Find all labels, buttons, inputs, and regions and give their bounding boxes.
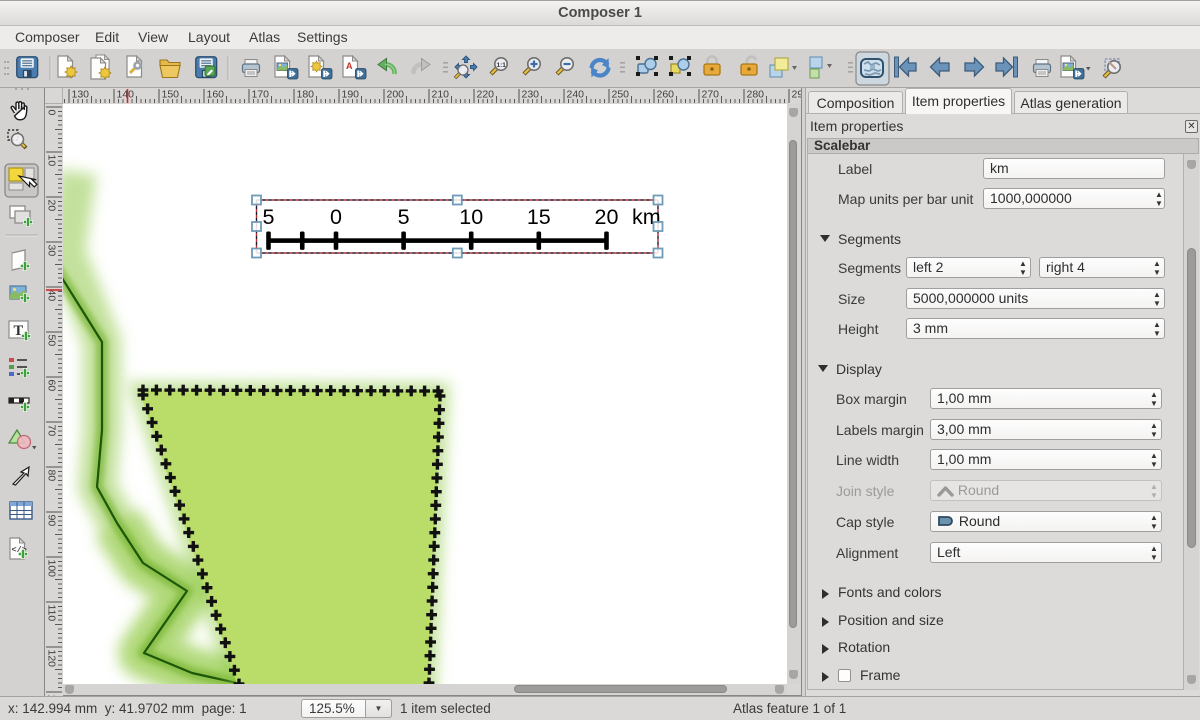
svg-text:5: 5 bbox=[398, 205, 410, 229]
svg-text:90: 90 bbox=[46, 515, 58, 527]
svg-text:270: 270 bbox=[702, 89, 720, 101]
svg-text:240: 240 bbox=[567, 89, 585, 101]
svg-text:140: 140 bbox=[117, 89, 135, 101]
svg-text:200: 200 bbox=[387, 89, 405, 101]
svg-text:110: 110 bbox=[46, 605, 58, 622]
svg-text:170: 170 bbox=[252, 89, 270, 101]
svg-text:70: 70 bbox=[46, 425, 58, 437]
svg-text:280: 280 bbox=[747, 89, 765, 101]
svg-text:50: 50 bbox=[46, 335, 58, 347]
svg-text:260: 260 bbox=[657, 89, 675, 101]
svg-text:290: 290 bbox=[792, 89, 802, 101]
svg-text:60: 60 bbox=[46, 380, 58, 392]
svg-text:30: 30 bbox=[46, 245, 58, 257]
svg-text:250: 250 bbox=[612, 89, 630, 101]
svg-text:130: 130 bbox=[72, 89, 90, 101]
svg-text:A: A bbox=[346, 61, 353, 71]
svg-text:0: 0 bbox=[46, 110, 58, 116]
svg-text:80: 80 bbox=[46, 470, 58, 482]
svg-text:100: 100 bbox=[46, 560, 58, 578]
svg-text:10: 10 bbox=[46, 155, 58, 167]
svg-text:190: 190 bbox=[342, 89, 360, 101]
svg-text:150: 150 bbox=[162, 89, 180, 101]
svg-text:20: 20 bbox=[46, 200, 58, 212]
svg-text:10: 10 bbox=[459, 205, 483, 229]
svg-text:0: 0 bbox=[330, 205, 342, 229]
svg-text:5: 5 bbox=[263, 205, 275, 229]
svg-text:40: 40 bbox=[46, 290, 58, 302]
svg-text:210: 210 bbox=[432, 89, 450, 101]
svg-text:180: 180 bbox=[297, 89, 315, 101]
svg-text:1:1: 1:1 bbox=[497, 62, 507, 69]
svg-text:15: 15 bbox=[527, 205, 551, 229]
svg-text:220: 220 bbox=[477, 89, 495, 101]
svg-text:230: 230 bbox=[522, 89, 540, 101]
svg-text:120: 120 bbox=[46, 650, 58, 668]
svg-text:160: 160 bbox=[207, 89, 225, 101]
svg-text:20: 20 bbox=[595, 205, 619, 229]
